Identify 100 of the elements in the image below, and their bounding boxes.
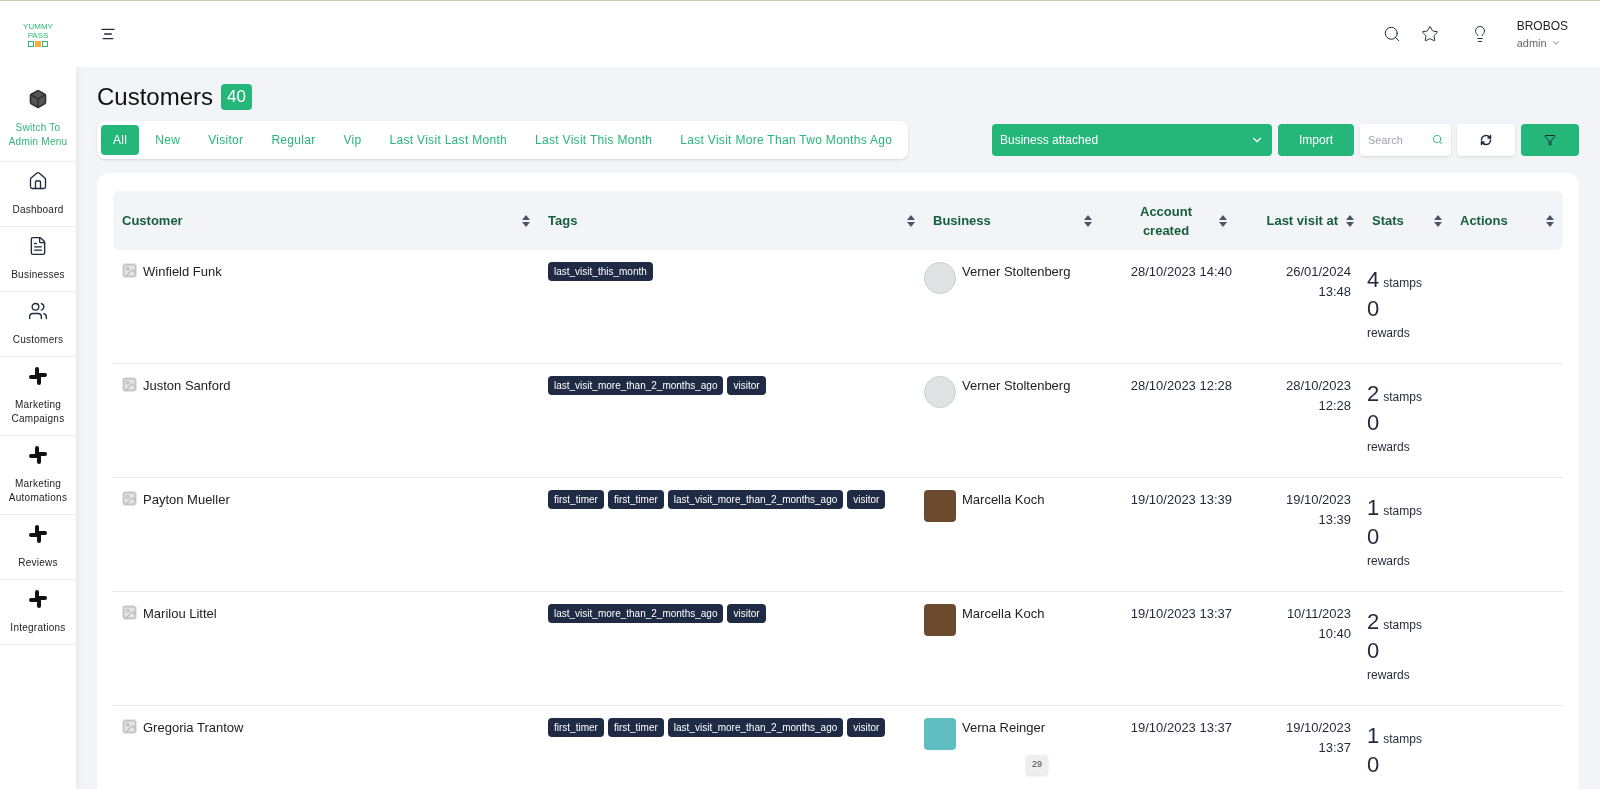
business-logo (924, 718, 956, 750)
column-header[interactable]: Account created (1121, 201, 1211, 240)
menu-icon[interactable] (100, 26, 116, 42)
business-name: Marcella Koch (962, 491, 1045, 509)
star-icon[interactable] (1420, 25, 1439, 43)
business-name: Verner Stoltenberg (962, 263, 1071, 281)
page-title: Customers (97, 82, 214, 112)
column-header[interactable]: Last visit at (1266, 210, 1338, 231)
search-field[interactable]: Search (1360, 124, 1451, 156)
rewards-count: 0 (1367, 409, 1381, 437)
tag: last_visit_this_month (548, 262, 653, 281)
filter-icon (1544, 134, 1556, 146)
refresh-icon (1480, 134, 1492, 146)
refresh-button[interactable] (1457, 124, 1515, 156)
sort-icon[interactable] (1346, 214, 1354, 227)
stamps-count: 1 (1367, 722, 1380, 750)
photo-placeholder (924, 490, 956, 522)
stamps-count: 2 (1367, 608, 1380, 636)
last-visit-text: 19/10/2023 (1285, 491, 1351, 509)
sidebar-item[interactable]: Reviews (0, 515, 76, 580)
rewards-label: rewards (1367, 325, 1411, 342)
floating-badge: 29 (1026, 755, 1048, 775)
user-role-dropdown[interactable]: admin (1516, 34, 1568, 52)
business-logo (924, 376, 956, 408)
document-icon (28, 236, 48, 256)
rewards-count: 0 (1367, 637, 1381, 665)
column-header[interactable]: Stats (1372, 210, 1404, 231)
stamps-label: stamps (1383, 389, 1422, 406)
sidebar-item[interactable]: Dashboard (0, 162, 76, 227)
user-name: BROBOS (1516, 17, 1568, 35)
last-visit-text: 12:28 (1318, 397, 1351, 415)
column-header[interactable]: Actions (1460, 210, 1508, 231)
sort-icon[interactable] (1434, 214, 1442, 227)
business-logo (924, 262, 956, 294)
account-created: 19/10/2023 13:37 (1129, 605, 1233, 623)
sort-icon[interactable] (907, 214, 915, 227)
sort-icon[interactable] (1084, 214, 1092, 227)
customer-name: Gregoria Trantow (143, 719, 244, 737)
tag: last_visit_more_than_2_months_ago (667, 718, 844, 737)
last-visit-text: 19/10/2023 (1285, 719, 1351, 737)
stamps-label: stamps (1383, 503, 1422, 520)
sort-icon[interactable] (1219, 214, 1227, 227)
account-created: 28/10/2023 12:28 (1129, 377, 1233, 395)
last-visit-text: 13:37 (1318, 739, 1351, 757)
tag: last_visit_more_than_2_months_ago (548, 376, 724, 395)
tag: visitor (847, 718, 886, 737)
image-icon (122, 491, 137, 506)
sidebar-item[interactable]: Marketing Campaigns (0, 357, 76, 436)
sidebar-item[interactable]: Marketing Automations (0, 436, 76, 515)
account-created: 28/10/2023 14:40 (1129, 263, 1233, 281)
account-created: 19/10/2023 13:39 (1129, 491, 1233, 509)
sort-icon[interactable] (1546, 214, 1554, 227)
rewards-label: rewards (1367, 667, 1411, 684)
photo-placeholder (924, 604, 956, 636)
tag: visitor (727, 604, 766, 623)
search-icon (1432, 134, 1443, 145)
tag: first_timer (548, 718, 604, 737)
tag: first_timer (607, 718, 664, 737)
image-icon (122, 377, 137, 392)
rewards-count: 0 (1367, 295, 1381, 323)
business-name: Verna Reinger (962, 719, 1046, 737)
customer-name: Juston Sanford (143, 377, 231, 395)
sidebar-item[interactable]: Customers (0, 292, 76, 357)
cube-icon (28, 89, 48, 109)
account-created: 19/10/2023 13:37 (1129, 719, 1233, 737)
column-header[interactable]: Customer (122, 210, 183, 231)
sort-icon[interactable] (522, 214, 530, 227)
business-name: Verner Stoltenberg (962, 377, 1071, 395)
column-header[interactable]: Business (933, 210, 991, 231)
people-icon (28, 301, 48, 321)
sidebar-item[interactable]: Integrations (0, 580, 76, 645)
rewards-count: 0 (1367, 523, 1381, 551)
rewards-label: rewards (1367, 553, 1411, 570)
tag: visitor (727, 376, 766, 395)
rewards-label: rewards (1367, 439, 1411, 456)
tag: last_visit_more_than_2_months_ago (667, 490, 844, 509)
image-icon (122, 719, 137, 734)
stamps-count: 4 (1367, 266, 1380, 294)
business-name: Marcella Koch (962, 605, 1045, 623)
image-icon (122, 263, 137, 278)
last-visit-text: 10:40 (1318, 625, 1351, 643)
count-badge: 40 (221, 84, 252, 110)
tag: first_timer (548, 490, 604, 509)
stamps-label: stamps (1383, 617, 1422, 634)
last-visit-text: 13:39 (1318, 511, 1351, 529)
stamps-count: 2 (1367, 380, 1380, 408)
search-icon[interactable] (1382, 25, 1401, 43)
last-visit-text: 13:48 (1318, 283, 1351, 301)
tag: first_timer (607, 490, 664, 509)
stamps-label: stamps (1383, 731, 1422, 748)
column-header[interactable]: Tags (548, 210, 578, 231)
tag: last_visit_more_than_2_months_ago (548, 604, 724, 623)
last-visit-text: 10/11/2023 (1286, 605, 1351, 623)
last-visit-text: 28/10/2023 (1285, 377, 1351, 395)
stamps-count: 1 (1367, 494, 1380, 522)
house-icon (28, 171, 48, 191)
sidebar-item[interactable]: Businesses (0, 227, 76, 292)
customer-name: Winfield Funk (143, 263, 222, 281)
image-icon (122, 605, 137, 620)
tag: visitor (847, 490, 886, 509)
